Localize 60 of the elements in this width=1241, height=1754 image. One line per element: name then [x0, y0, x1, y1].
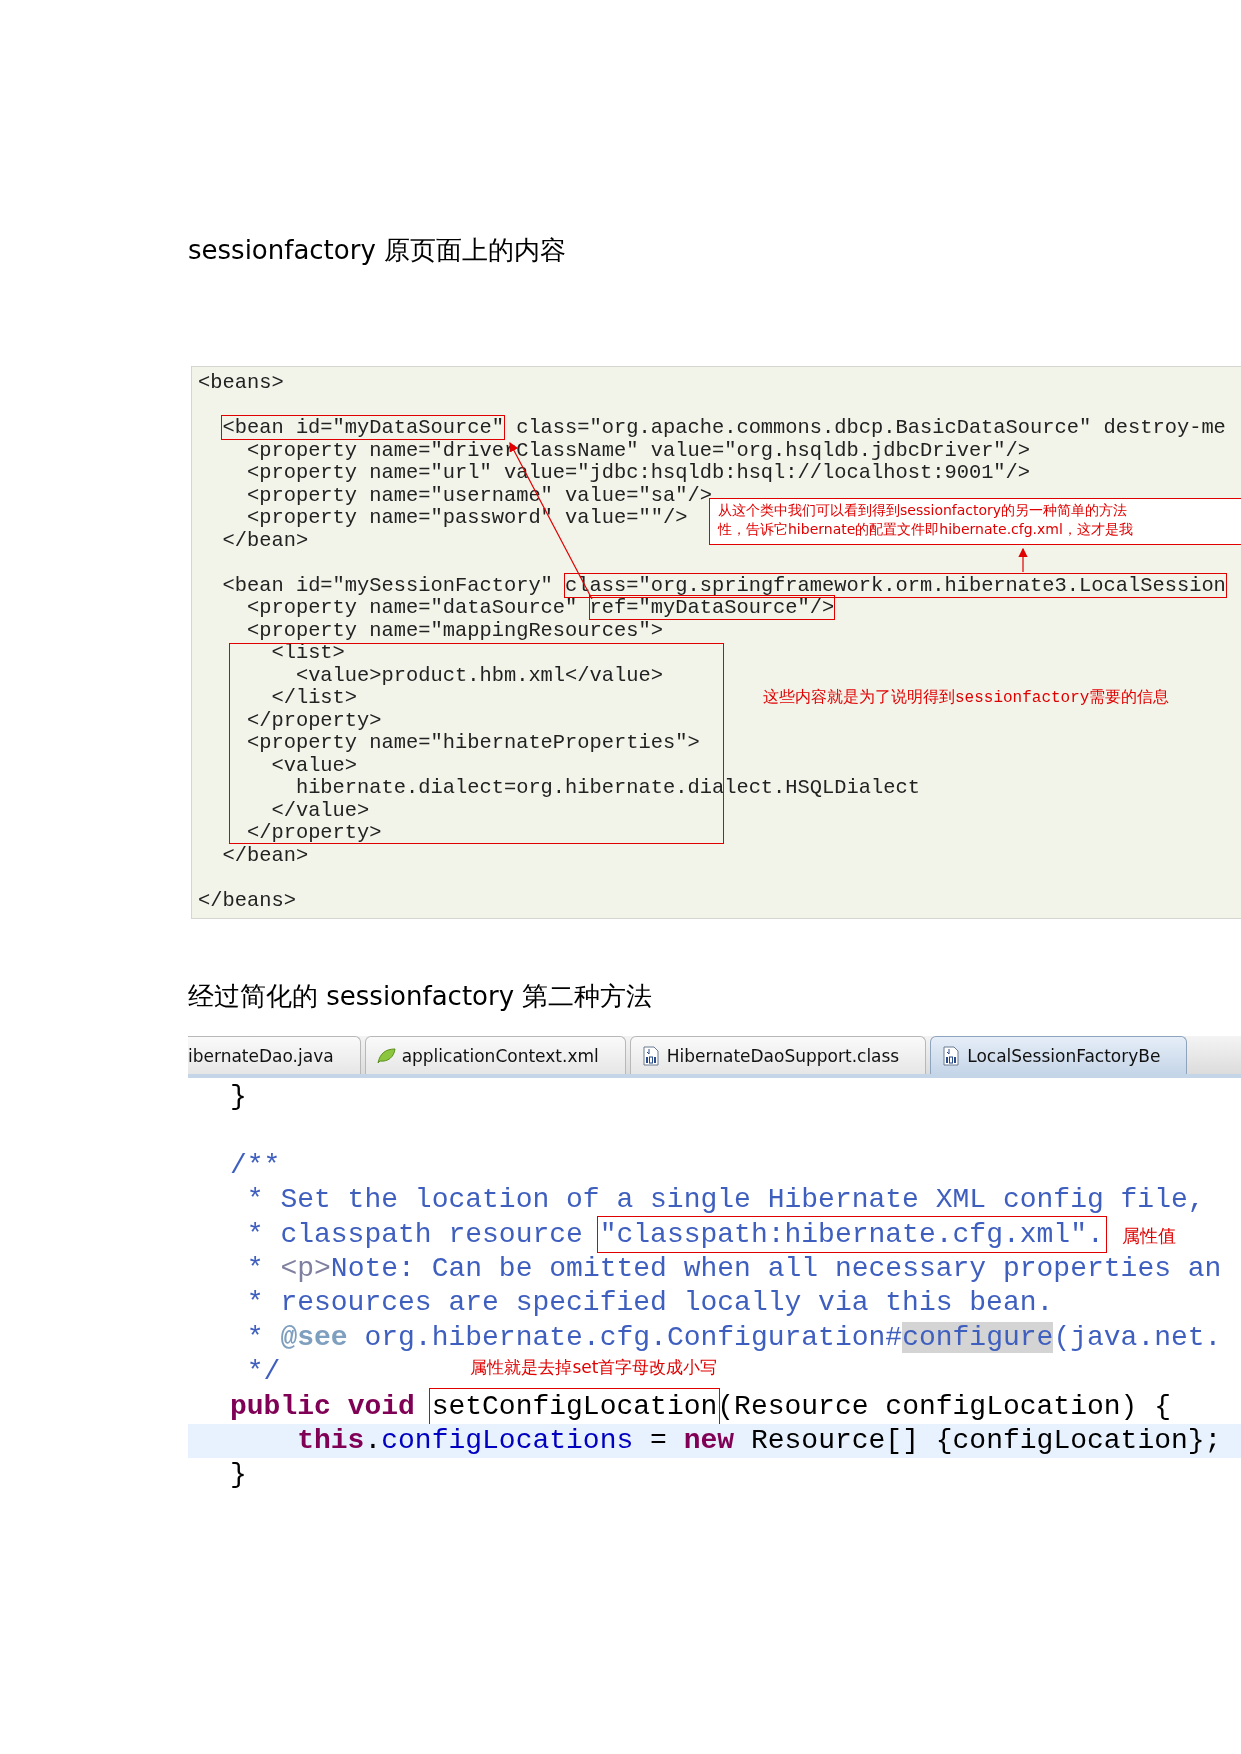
code-text: } — [230, 1459, 247, 1491]
annotation-box: ref="myDataSource"/> — [589, 596, 835, 619]
code-comment: * resources are specified locally via this bean. — [245, 1287, 1054, 1319]
code-text: <property name="password" value=""/> — [245, 506, 688, 529]
editor-tab[interactable]: LocalSessionFactoryBe — [930, 1036, 1188, 1074]
code-comment: * Set the location of a single Hibernate XML config file, — [245, 1184, 1205, 1216]
code-text: </list> — [270, 686, 358, 709]
code-comment: */ — [245, 1356, 281, 1388]
code-keyword: new — [683, 1424, 735, 1456]
code-doc-tag: @see — [280, 1321, 348, 1353]
code-text: . — [364, 1424, 382, 1456]
code-text: <property name="dataSource" — [245, 596, 579, 619]
code-text: </bean> — [221, 843, 309, 867]
code-text: class="org.apache.commons.dbcp.BasicDataSource" destroy-me — [515, 416, 1226, 439]
code-text: = — [649, 1424, 668, 1456]
code-keyword: void — [347, 1390, 416, 1422]
code-keyword: this — [296, 1424, 365, 1456]
code-field: configLocations — [381, 1424, 634, 1456]
editor-tab[interactable]: applicationContext.xml — [364, 1036, 626, 1074]
highlighted-word: configure — [902, 1321, 1054, 1353]
section-heading: 经过简化的 sessionfactory 第二种方法 — [188, 980, 654, 1013]
code-text: <property name="mappingResources"> — [245, 618, 663, 642]
class-file-icon — [941, 1045, 962, 1066]
code-text: </value> — [270, 798, 370, 822]
code-text: <value>product.hbm.xml</value> — [294, 663, 663, 687]
code-comment: * classpath resource — [245, 1218, 584, 1250]
leader-line — [1018, 547, 1028, 573]
code-comment: Note: Can be omitted when all necessary properties an — [330, 1252, 1222, 1284]
editor-tab[interactable]: ibernateDao.java — [188, 1036, 361, 1074]
annotation-text: 从这个类中我们可以看到得到sessionfactory的另一种简单的方法 — [718, 501, 1129, 520]
annotation-note: 这些内容就是为了说明得到sessionfactory需要的信息 — [763, 687, 1170, 708]
annotation-box: setConfigLocation — [431, 1390, 718, 1422]
code-text: <bean id="mySessionFactory" — [221, 573, 554, 597]
code-text: </bean> — [221, 528, 309, 552]
code-comment: org.hibernate.cfg.Configuration# — [363, 1321, 903, 1353]
code-text: </beans> — [198, 888, 296, 912]
code-comment: /** — [230, 1149, 281, 1181]
annotation-note: 属性就是去掉set首字母改成小写 — [470, 1357, 718, 1378]
code-text: (Resource configLocation) { — [717, 1390, 1171, 1422]
code-text: </property> — [245, 708, 382, 732]
class-file-icon — [640, 1045, 661, 1066]
code-text: <list> — [270, 641, 345, 664]
code-text: <value> — [270, 753, 358, 777]
code-comment: * — [245, 1252, 265, 1284]
code-text: } — [230, 1081, 247, 1112]
code-text: Resource[] {configLocation}; — [749, 1424, 1222, 1456]
leaf-icon — [375, 1046, 396, 1065]
code-html-tag: <p> — [280, 1252, 331, 1284]
code-text: </property> — [245, 821, 382, 844]
code-comment: * — [245, 1321, 265, 1353]
code-keyword: public — [230, 1390, 332, 1422]
section-heading: sessionfactory 原页面上的内容 — [188, 234, 568, 267]
code-text: <beans> — [198, 371, 284, 394]
editor-tab[interactable]: HibernateDaoSupport.class — [629, 1036, 927, 1074]
code-text: <property name="hibernateProperties"> — [245, 731, 700, 754]
annotation-box: "classpath:hibernate.cfg.xml". — [599, 1218, 1104, 1250]
annotation-box: <bean id="myDataSource" — [222, 416, 504, 439]
annotation-text: 性，告诉它hibernate的配置文件即hibernate.cfg.xml，这才是我 — [718, 520, 1134, 539]
code-comment: (java.net. — [1053, 1321, 1222, 1353]
annotation-note: 属性值 — [1121, 1224, 1176, 1246]
